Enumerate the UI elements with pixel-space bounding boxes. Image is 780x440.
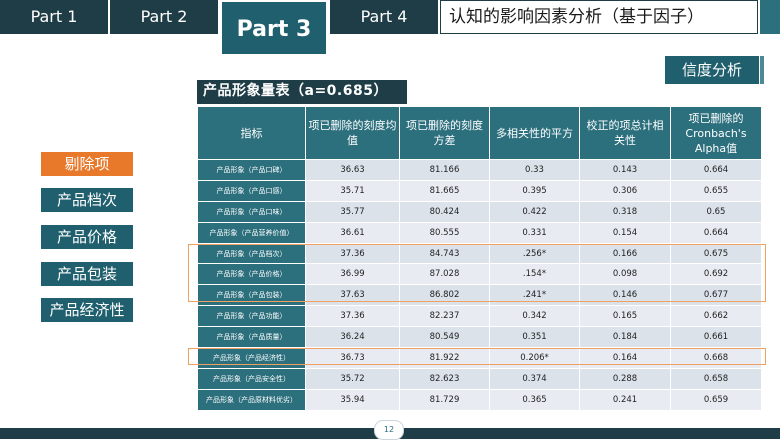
cell-mean: 37.36: [305, 305, 400, 328]
table-header-row: 指标 项已删除的刻度均值 项已删除的刻度方差 多相关性的平方 校正的项总计相关性…: [197, 106, 762, 160]
row-label: 产品形象（产品功能）: [197, 305, 306, 328]
tab-part-4[interactable]: Part 4: [330, 0, 438, 34]
cell-alpha: 0.655: [670, 179, 762, 202]
cell-mean: 35.72: [305, 367, 400, 390]
cell-alpha: 0.662: [670, 305, 762, 328]
table-row: 产品形象（产品口感） 35.71 81.665 0.395 0.306 0.65…: [197, 179, 762, 202]
section-tag-accent: [760, 56, 764, 84]
table-row: 产品形象（产品营养价值） 36.61 80.555 0.331 0.154 0.…: [197, 221, 762, 244]
cell-citc: 0.154: [579, 221, 671, 244]
page-number: 12: [374, 420, 404, 440]
cell-mean: 36.61: [305, 221, 400, 244]
page-title-box: 认知的影响因素分析（基于因子）: [440, 0, 758, 34]
table-row: 产品形象（产品口味） 35.77 80.424 0.422 0.318 0.65: [197, 200, 762, 223]
highlight-box-removed-group: [188, 244, 766, 302]
row-label: 产品形象（产品口碑）: [197, 159, 306, 181]
cell-variance: 80.549: [399, 326, 490, 349]
cell-mean: 36.24: [305, 326, 400, 349]
cell-alpha: 0.658: [670, 367, 762, 390]
cell-variance: 82.623: [399, 367, 490, 390]
cell-smc: 0.351: [489, 326, 580, 349]
table-row: 产品形象（产品口碑） 36.63 81.166 0.33 0.143 0.664: [197, 159, 762, 181]
cell-variance: 82.237: [399, 305, 490, 328]
tab-part-1[interactable]: Part 1: [0, 0, 108, 34]
cell-mean: 35.94: [305, 388, 400, 411]
cell-smc: 0.33: [489, 159, 580, 181]
tab-part-3-active[interactable]: Part 3: [220, 0, 328, 56]
side-button-grade[interactable]: 产品档次: [41, 188, 133, 212]
cell-mean: 35.77: [305, 200, 400, 223]
side-button-packaging[interactable]: 产品包装: [41, 262, 133, 286]
header-squared-multiple-correlation: 多相关性的平方: [489, 106, 580, 160]
cell-smc: 0.422: [489, 200, 580, 223]
table-row: 产品形象（产品原材料优劣） 35.94 81.729 0.365 0.241 0…: [197, 388, 762, 411]
row-label: 产品形象（产品口味）: [197, 200, 306, 223]
cell-citc: 0.288: [579, 367, 671, 390]
cell-citc: 0.165: [579, 305, 671, 328]
cell-alpha: 0.659: [670, 388, 762, 411]
side-button-economy[interactable]: 产品经济性: [41, 298, 133, 322]
row-label: 产品形象（产品营养价值）: [197, 221, 306, 244]
cell-citc: 0.306: [579, 179, 671, 202]
cell-variance: 80.555: [399, 221, 490, 244]
cell-smc: 0.365: [489, 388, 580, 411]
section-tag: 信度分析: [665, 56, 759, 84]
row-label: 产品形象（产品质量）: [197, 326, 306, 349]
cell-variance: 81.665: [399, 179, 490, 202]
cell-smc: 0.342: [489, 305, 580, 328]
header-accent-bar: [760, 0, 780, 34]
cell-variance: 81.729: [399, 388, 490, 411]
highlight-box-economy: [188, 348, 766, 365]
header-corrected-item-total: 校正的项总计相关性: [579, 106, 671, 160]
cell-mean: 35.71: [305, 179, 400, 202]
cell-alpha: 0.664: [670, 221, 762, 244]
row-label: 产品形象（产品安全性）: [197, 367, 306, 390]
cell-citc: 0.241: [579, 388, 671, 411]
scale-title: 产品形象量表（a=0.685）: [197, 80, 407, 102]
header-indicator: 指标: [197, 106, 306, 160]
side-button-price[interactable]: 产品价格: [41, 225, 133, 249]
table-row: 产品形象（产品质量） 36.24 80.549 0.351 0.184 0.66…: [197, 326, 762, 349]
table-row: 产品形象（产品安全性） 35.72 82.623 0.374 0.288 0.6…: [197, 367, 762, 390]
cell-citc: 0.184: [579, 326, 671, 349]
page-title: 认知的影响因素分析（基于因子）: [449, 7, 704, 27]
tab-part-2[interactable]: Part 2: [110, 0, 218, 34]
cell-citc: 0.318: [579, 200, 671, 223]
cell-variance: 80.424: [399, 200, 490, 223]
cell-citc: 0.143: [579, 159, 671, 181]
cell-alpha: 0.661: [670, 326, 762, 349]
cell-smc: 0.374: [489, 367, 580, 390]
row-label: 产品形象（产品原材料优劣）: [197, 388, 306, 411]
cell-variance: 81.166: [399, 159, 490, 181]
side-button-removed-items[interactable]: 剔除项: [41, 152, 133, 176]
cell-alpha: 0.664: [670, 159, 762, 181]
cell-alpha: 0.65: [670, 200, 762, 223]
header-scale-variance: 项已删除的刻度方差: [399, 106, 490, 160]
header-scale-mean: 项已删除的刻度均值: [305, 106, 400, 160]
header-alpha-if-deleted: 项已删除的Cronbach's Alpha值: [670, 106, 762, 160]
cell-mean: 36.63: [305, 159, 400, 181]
table-row: 产品形象（产品功能） 37.36 82.237 0.342 0.165 0.66…: [197, 305, 762, 328]
cell-smc: 0.395: [489, 179, 580, 202]
scale-title-underline: [197, 102, 407, 104]
cell-smc: 0.331: [489, 221, 580, 244]
row-label: 产品形象（产品口感）: [197, 179, 306, 202]
